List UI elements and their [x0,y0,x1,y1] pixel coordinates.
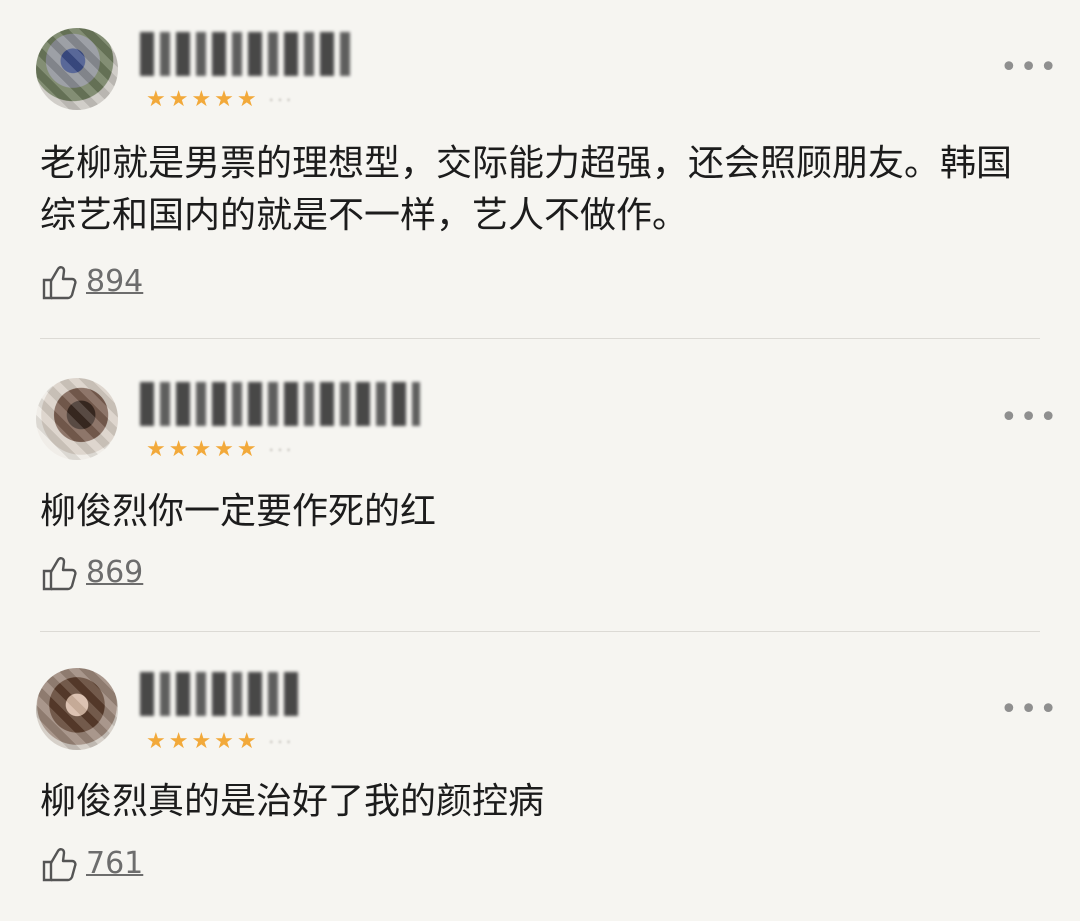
username-blurred[interactable] [140,32,350,76]
rating-stars: ★★★★★ ··· [146,437,295,462]
star-icon: ★★★★★ [146,437,260,462]
username-blurred[interactable] [140,672,300,716]
like-count: 761 [86,846,144,881]
star-icon: ★★★★★ [146,87,260,112]
divider [40,338,1040,339]
star-icon: ★★★★★ [146,729,260,754]
more-options-icon[interactable]: ••• [1000,53,1059,83]
thumbs-up-icon [42,848,77,882]
like-count: 894 [86,264,144,299]
more-options-icon[interactable]: ••• [1000,695,1059,725]
more-options-icon[interactable]: ••• [1000,403,1059,433]
thumbs-up-icon [42,557,77,591]
divider [40,631,1040,632]
username-blurred[interactable] [140,382,420,426]
avatar[interactable] [36,378,118,460]
comment-text: 老柳就是男票的理想型，交际能力超强，还会照顾朋友。韩国综艺和国内的就是不一样，艺… [40,143,1013,236]
comment-text: 柳俊烈你一定要作死的红 [40,491,437,532]
comment-text: 柳俊烈真的是治好了我的颜控病 [40,781,545,822]
avatar[interactable] [36,668,118,750]
rating-stars: ★★★★★ ··· [146,729,295,754]
like-count: 869 [86,555,144,590]
thumbs-up-icon [42,266,77,300]
rating-stars: ★★★★★ ··· [146,87,295,112]
avatar[interactable] [36,28,118,110]
